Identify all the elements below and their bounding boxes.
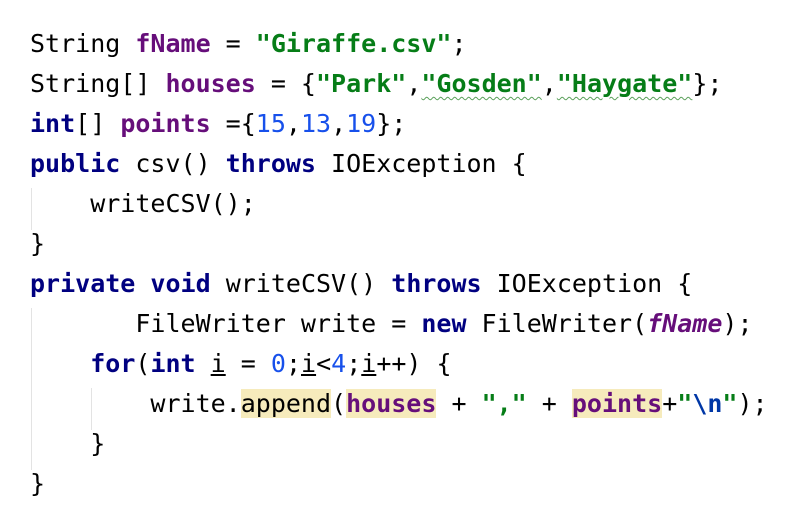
code-token: houses	[346, 389, 437, 418]
code-token: "Giraffe.csv"	[255, 29, 452, 58]
code-token: };	[692, 69, 723, 98]
code-token: ={	[210, 109, 256, 138]
code-token: csv()	[120, 149, 226, 178]
code-line-1[interactable]: String fName = "Giraffe.csv";	[30, 24, 467, 64]
code-token: 15	[255, 109, 286, 138]
code-token: 13	[300, 109, 332, 138]
code-token: i	[301, 349, 317, 378]
code-token: "	[722, 389, 738, 418]
code-token: writeCSV();	[30, 189, 256, 218]
code-token: "	[677, 389, 693, 418]
code-line-7[interactable]: private void writeCSV() throws IOExcepti…	[30, 264, 692, 304]
code-line-9[interactable]: for(int i = 0;i<4;i++) {	[30, 344, 452, 384]
code-token: "Gosden"	[421, 69, 542, 98]
code-editor[interactable]: String fName = "Giraffe.csv"; String[] ho…	[0, 0, 810, 521]
code-line-4[interactable]: public csv() throws IOException {	[30, 144, 527, 184]
code-line-8[interactable]: FileWriter write = new FileWriter(fName)…	[30, 304, 753, 344]
code-token: +	[662, 389, 678, 418]
code-token: fName	[647, 309, 723, 338]
code-line-2[interactable]: String[] houses = {"Park","Gosden","Hayg…	[30, 64, 722, 104]
code-token: throws	[225, 149, 316, 178]
code-token: ;	[451, 29, 467, 58]
code-token: for	[90, 349, 136, 378]
code-token: }	[30, 229, 46, 258]
code-token: (	[135, 349, 151, 378]
code-token: ,	[541, 69, 557, 98]
code-token: ,	[285, 109, 301, 138]
code-token: private	[30, 269, 136, 298]
code-line-3[interactable]: int[] points ={15,13,19};	[30, 104, 406, 144]
code-token: points	[120, 109, 211, 138]
code-token: +	[526, 389, 572, 418]
code-token: int	[150, 349, 196, 378]
code-token: "Park"	[316, 69, 407, 98]
code-token: ;	[285, 349, 301, 378]
code-token: FileWriter write =	[30, 309, 422, 338]
code-token: 0	[270, 349, 286, 378]
code-token: );	[722, 309, 753, 338]
code-token: new	[421, 309, 467, 338]
code-token: IOException {	[481, 269, 693, 298]
code-token: append	[240, 389, 332, 418]
code-token: void	[150, 269, 211, 298]
code-token: };	[376, 109, 407, 138]
code-token: writeCSV()	[210, 269, 392, 298]
code-token: );	[737, 389, 768, 418]
code-token: throws	[391, 269, 482, 298]
code-token: ","	[481, 389, 527, 418]
code-token: }	[30, 469, 46, 498]
code-token: ,	[406, 69, 422, 98]
code-line-10[interactable]: write.append(houses + "," + points+"\n")…	[30, 384, 768, 424]
code-token: []	[75, 109, 121, 138]
code-line-12[interactable]: }	[30, 464, 45, 504]
code-line-6[interactable]: }	[30, 224, 45, 264]
code-token: = {	[255, 69, 316, 98]
code-token: }	[30, 429, 106, 458]
code-line-5[interactable]: writeCSV();	[30, 184, 256, 224]
code-token: fName	[135, 29, 211, 58]
code-token: points	[571, 389, 663, 418]
code-token: \n	[692, 389, 723, 418]
code-token: +	[436, 389, 482, 418]
code-token: (	[331, 389, 347, 418]
code-token: ,	[331, 109, 347, 138]
code-token: houses	[165, 69, 256, 98]
code-token: "Haygate"	[556, 69, 693, 98]
code-token: IOException {	[315, 149, 527, 178]
code-token: =	[210, 29, 256, 58]
code-token: ++) {	[376, 349, 452, 378]
code-token: <	[316, 349, 332, 378]
code-token: 19	[346, 109, 377, 138]
code-token: ;	[346, 349, 362, 378]
code-token: =	[225, 349, 271, 378]
code-token: String[]	[30, 69, 166, 98]
code-token: FileWriter(	[466, 309, 648, 338]
code-token: public	[30, 149, 121, 178]
code-token: int	[30, 109, 76, 138]
code-token: write.	[30, 389, 241, 418]
code-line-11[interactable]: }	[30, 424, 105, 464]
code-token: String	[30, 29, 136, 58]
code-token: 4	[331, 349, 347, 378]
code-token: i	[210, 349, 226, 378]
code-token: i	[361, 349, 377, 378]
